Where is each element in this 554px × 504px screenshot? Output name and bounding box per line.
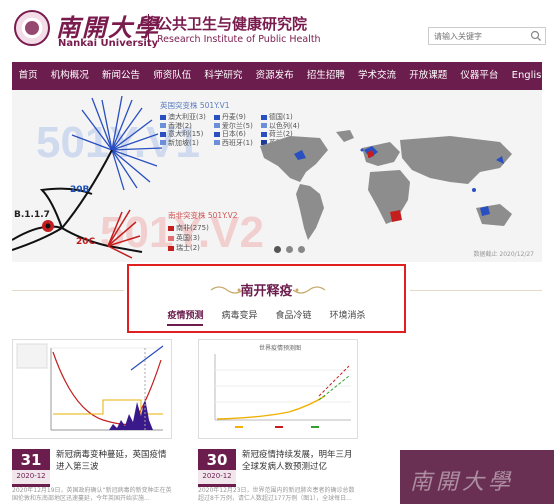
nav-item-english[interactable]: English xyxy=(505,62,554,90)
news-thumbnail[interactable]: 世界疫情预测图 xyxy=(198,339,358,439)
section-divider-right xyxy=(410,290,542,291)
tab-virus-mutation[interactable]: 病毒变异 xyxy=(221,308,257,326)
nav-item-home[interactable]: 首页 xyxy=(12,62,44,90)
tree-label-b117: B.1.1.7 xyxy=(14,210,50,220)
date-badge: 31 2020-12 xyxy=(12,449,50,487)
section-tabs: 疫情预测 病毒变异 食品冷链 环境消杀 xyxy=(129,308,404,326)
section-title: 南开释疫 xyxy=(240,284,293,299)
tab-environmental-disinfection[interactable]: 环境消杀 xyxy=(330,308,366,326)
legend-item: 南非(275) xyxy=(176,224,209,232)
uk-epidemic-chart-thumbnail xyxy=(13,340,171,438)
nav-item-faculty[interactable]: 师资队伍 xyxy=(147,62,198,90)
nav-item-open-projects[interactable]: 开放课题 xyxy=(403,62,454,90)
banner-dot[interactable] xyxy=(274,246,281,253)
world-epidemic-forecast-chart-thumbnail: 世界疫情预测图 xyxy=(199,340,357,438)
university-name-en: Nankai University xyxy=(58,38,159,49)
date-day: 30 xyxy=(206,451,228,469)
tab-food-cold-chain[interactable]: 食品冷链 xyxy=(276,308,312,326)
legend-item: 新加坡(1) xyxy=(168,138,199,147)
legend-item: 西班牙(1) xyxy=(221,138,253,147)
news-title[interactable]: 新冠病毒变种蔓延，英国疫情进入第三波 xyxy=(56,449,174,473)
hero-banner[interactable]: 501Y.V1 501Y.V2 B.1.1.7 20B 20C 英国突变株 50… xyxy=(12,90,542,262)
footer-watermark-logo: 南開大學 xyxy=(410,470,515,495)
banner-dot[interactable] xyxy=(298,246,305,253)
main-nav: 首页 机构概况 新闻公告 师资队伍 科学研究 资源发布 招生招聘 学术交流 开放… xyxy=(12,62,548,90)
news-card[interactable]: 31 2020-12 新冠病毒变种蔓延，英国疫情进入第三波 2020年12月19… xyxy=(12,339,172,502)
banner-pagination xyxy=(274,246,305,253)
legend-item: 日本(6) xyxy=(221,130,246,138)
date-month: 2020-12 xyxy=(198,470,236,484)
news-summary: 2020年12月23日，世界范围内的新冠肺炎患者的确诊总数超过8千万例，请仁人数… xyxy=(198,487,355,502)
nav-item-resources[interactable]: 资源发布 xyxy=(249,62,300,90)
site-header: 南開大學 Nankai University 公共卫生与健康研究院 Resear… xyxy=(0,0,554,62)
legend-item: 瑞士(2) xyxy=(176,244,200,252)
nav-item-recruitment[interactable]: 招生招聘 xyxy=(300,62,351,90)
legend-item: 爱尔兰(5) xyxy=(221,121,253,130)
legend-item: 意大利(15) xyxy=(168,130,204,138)
legend-item: 丹麦(9) xyxy=(221,113,246,121)
tree-label-20b: 20B xyxy=(70,185,90,195)
nav-item-instruments[interactable]: 仪器平台 xyxy=(454,62,505,90)
section-header-highlight: 南开释疫 疫情预测 病毒变异 食品冷链 环境消杀 xyxy=(127,264,406,333)
institute-name-cn: 公共卫生与健康研究院 xyxy=(157,15,308,33)
search-input[interactable] xyxy=(429,28,529,44)
nav-item-exchange[interactable]: 学术交流 xyxy=(351,62,402,90)
banner-dot[interactable] xyxy=(286,246,293,253)
date-badge: 30 2020-12 xyxy=(198,449,236,487)
news-thumbnail[interactable] xyxy=(12,339,172,439)
news-summary: 2020年12月19日，英国政府确认“新冠病毒的新变种正在英国伦敦和东南部地区迅… xyxy=(12,487,172,502)
right-flourish-icon xyxy=(292,286,326,294)
legend-item: 澳大利亚(3) xyxy=(168,113,206,121)
nav-item-news[interactable]: 新闻公告 xyxy=(95,62,146,90)
legend-item: 英国(3) xyxy=(176,234,200,242)
university-seal-logo[interactable] xyxy=(14,10,50,46)
chart-title: 世界疫情预测图 xyxy=(259,344,301,352)
sa-variant-legend: 南非突变株 501Y.V2 南非(275) 英国(3) 瑞士(2) xyxy=(168,210,238,253)
news-card[interactable]: 世界疫情预测图 30 2020-12 新冠疫情持续发展，明年三月全球发病人数预测… xyxy=(198,339,358,502)
date-month: 2020-12 xyxy=(12,470,50,484)
legend-item: 香港(2) xyxy=(168,121,192,130)
uk-variant-legend-title: 英国突变株 501Y.V1 xyxy=(160,101,230,110)
logo-divider xyxy=(148,14,149,46)
nav-item-about[interactable]: 机构概况 xyxy=(44,62,95,90)
search-icon[interactable] xyxy=(530,30,542,42)
sa-variant-legend-title: 南非突变株 501Y.V2 xyxy=(168,211,238,220)
footer-decoration: 南開大學 xyxy=(400,450,554,504)
nav-item-research[interactable]: 科学研究 xyxy=(198,62,249,90)
world-map-image xyxy=(260,130,512,240)
date-day: 31 xyxy=(20,451,42,469)
section-divider-left xyxy=(12,290,124,291)
institute-name-en: Research Institute of Public Health xyxy=(157,34,321,45)
tree-label-20c: 20C xyxy=(76,237,96,247)
map-caption: 数据截止 2020/12/27 xyxy=(473,251,535,258)
tab-epidemic-forecast[interactable]: 疫情预测 xyxy=(167,308,204,326)
search-box xyxy=(428,27,546,45)
news-title[interactable]: 新冠疫情持续发展，明年三月全球发病人数预测过亿 xyxy=(242,449,360,473)
legend-item: 德国(1) xyxy=(268,113,293,121)
